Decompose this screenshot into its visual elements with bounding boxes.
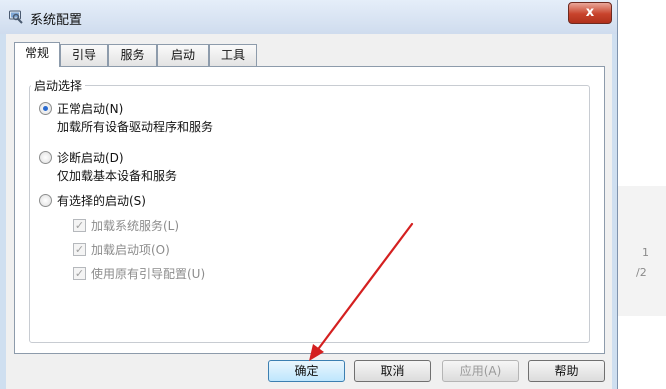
tab-general[interactable]: 常规	[14, 42, 60, 67]
annotation-arrow-shaft	[314, 222, 414, 354]
annotation-arrow-icon	[309, 222, 414, 361]
annotation-arrow-head	[309, 344, 324, 361]
